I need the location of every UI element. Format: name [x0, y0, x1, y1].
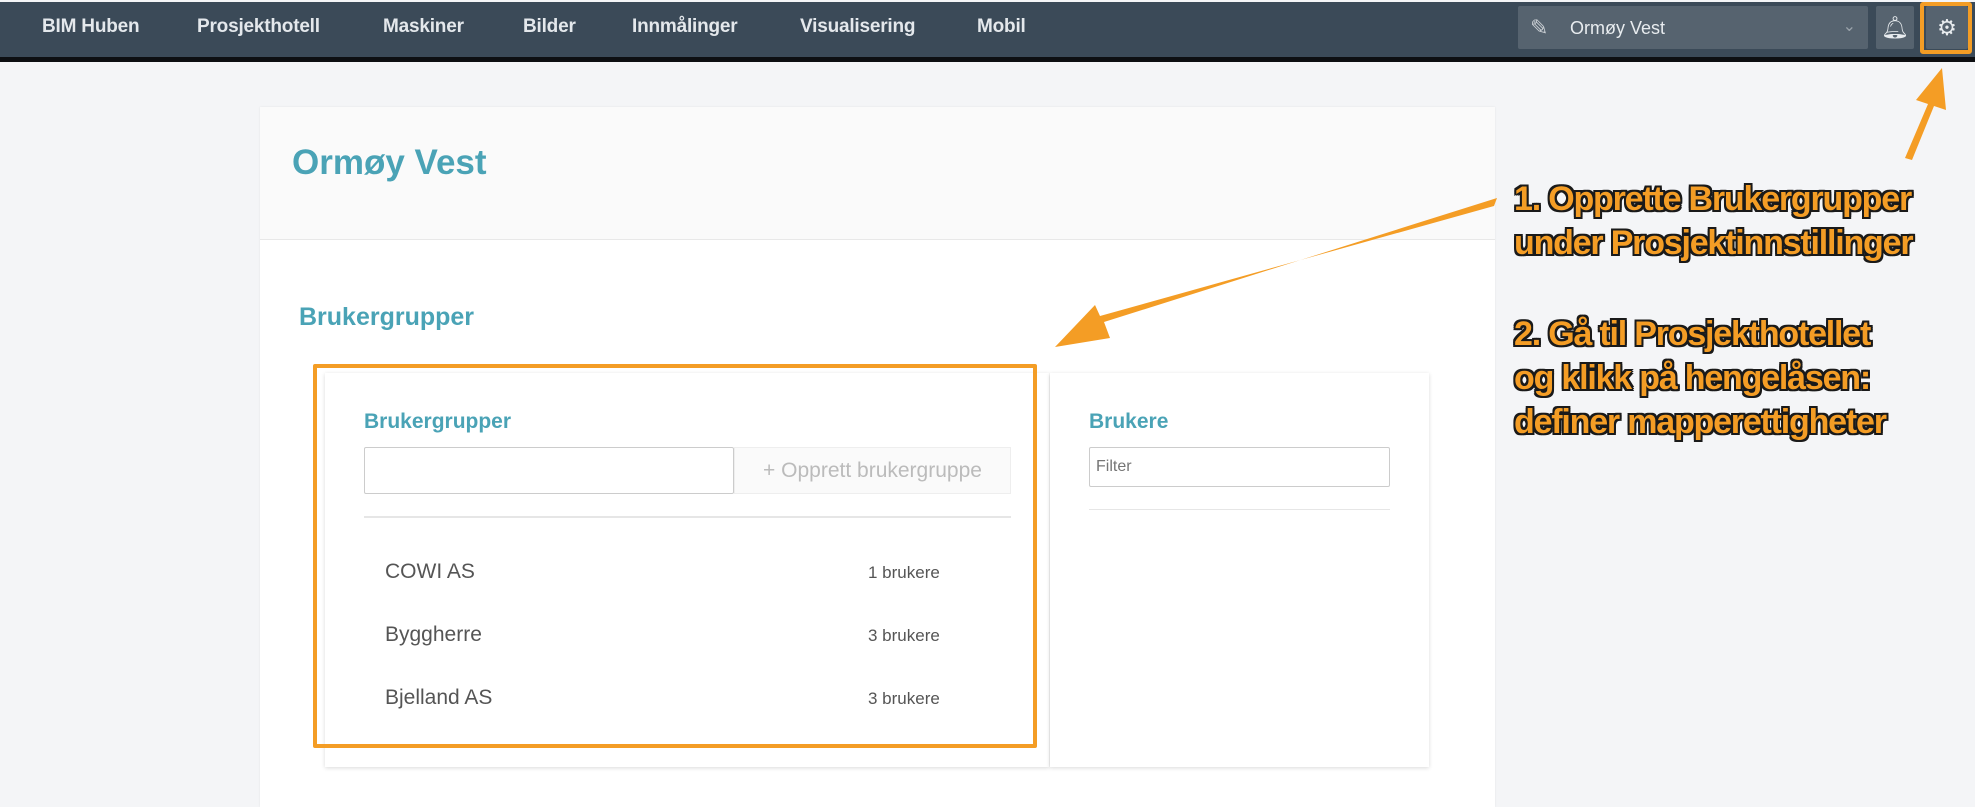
- arrow-to-groups: [1055, 198, 1497, 347]
- arrow-to-settings: [1905, 68, 1946, 160]
- annotation-line: 2. Gå til Prosjekthotellet: [1514, 315, 1871, 353]
- annotation-line: og klikk på hengelåsen:: [1514, 359, 1871, 397]
- annotation-line: definer mapperettigheter: [1514, 403, 1887, 441]
- annotation-line: 1. Opprette Brukergrupper: [1514, 180, 1912, 218]
- annotation-line: under Prosjektinnstillinger: [1514, 224, 1914, 262]
